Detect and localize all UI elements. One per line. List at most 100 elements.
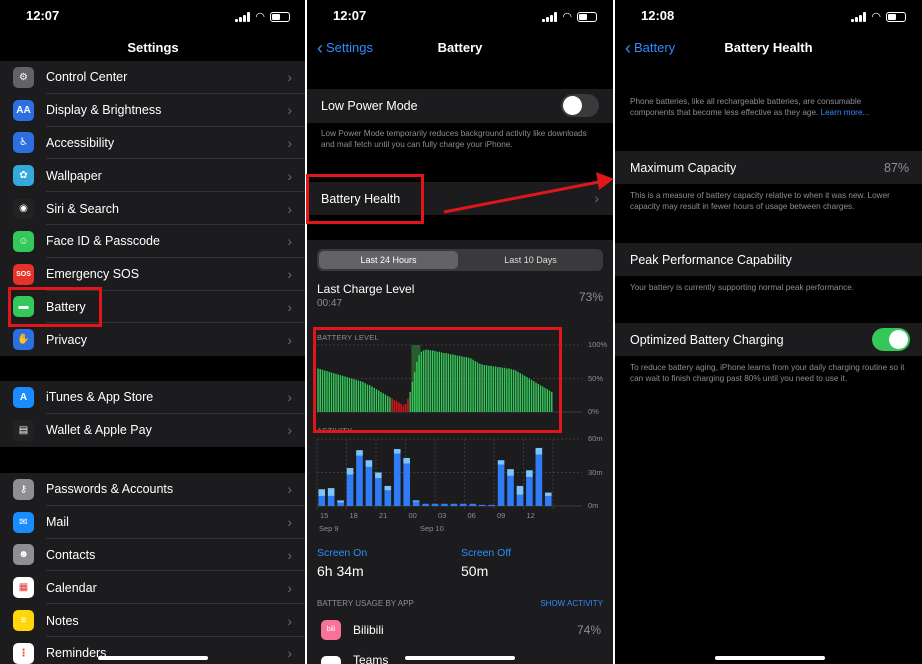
usage-card: Last 24 Hours Last 10 Days Last Charge L… [307, 240, 613, 664]
settings-row-emergency-sos[interactable]: SOS Emergency SOS › [0, 258, 306, 291]
activity-screen-off-bar [337, 500, 344, 503]
mail-icon: ✉ [13, 511, 34, 533]
activity-screen-on-bar [535, 454, 543, 506]
settings-row-passwords-accounts[interactable]: ⚷ Passwords & Accounts › [0, 473, 306, 506]
status-time: 12:07 [26, 8, 60, 23]
activity-screen-on-bar [346, 474, 354, 506]
activity-screen-on-bar [356, 455, 363, 506]
activity-screen-on-bar [365, 466, 373, 506]
teams-icon [321, 656, 341, 664]
activity-screen-on-bar [318, 495, 326, 506]
settings-row-calendar[interactable]: ▦ Calendar › [0, 571, 306, 605]
home-indicator [715, 656, 825, 660]
home-indicator [98, 656, 208, 660]
settings-row-label: Contacts [46, 547, 96, 562]
optimized-charging-row: Optimized Battery Charging [615, 323, 922, 356]
activity-screen-off-bar [375, 472, 382, 479]
activity-screen-off-bar [384, 485, 392, 491]
chevron-right-icon: › [287, 200, 292, 217]
wallet-icon: ▤ [13, 419, 34, 441]
optimized-charging-toggle[interactable] [872, 328, 910, 351]
page-title: Battery [437, 40, 483, 55]
level-tick-50: 50% [588, 374, 604, 383]
privacy-hand-icon: ✋ [13, 329, 34, 351]
settings-row-wallpaper[interactable]: ✿ Wallpaper › [0, 159, 306, 193]
tab-last-24-hours[interactable]: Last 24 Hours [319, 251, 458, 269]
activity-screen-off-bar [497, 460, 505, 465]
x-tick-label: 15 [320, 511, 329, 520]
peak-performance-note: Your battery is currently supporting nor… [630, 283, 855, 292]
status-time: 12:08 [641, 8, 675, 23]
settings-group-2: AiTunes & App Store › ▤ Wallet & Apple Pay › [0, 381, 306, 447]
x-tick-label: 03 [438, 511, 447, 520]
activity-screen-off-bar [356, 450, 363, 456]
screen-on-label: Screen On [317, 547, 368, 559]
settings-row-privacy[interactable]: ✋ Privacy › [0, 323, 306, 356]
activity-screen-off-bar [365, 460, 373, 467]
app-row-bilibili[interactable]: bili Bilibili 74% [307, 614, 613, 646]
settings-row-contacts[interactable]: ☻ Contacts › [0, 539, 306, 572]
highlight-battery-level-chart [313, 327, 562, 433]
activity-screen-on-bar [478, 504, 486, 506]
bilibili-icon: bili [321, 620, 341, 640]
status-bar: 12:07 ◠ [307, 0, 613, 30]
page-title: Settings [127, 40, 179, 55]
activity-screen-off-bar [327, 488, 335, 496]
activity-tick-60: 60m [588, 434, 603, 443]
siri-icon: ◉ [13, 198, 34, 220]
settings-row-notes[interactable]: ≡ Notes › [0, 604, 306, 637]
notes-icon: ≡ [13, 610, 34, 632]
health-navbar: ‹ Battery Battery Health [615, 30, 922, 64]
screen-on-value: 6h 34m [317, 563, 364, 579]
settings-row-display-brightness[interactable]: AA Display & Brightness › [0, 94, 306, 127]
settings-row-itunes-app-store[interactable]: AiTunes & App Store › [0, 381, 306, 414]
app-store-icon: A [13, 386, 34, 408]
settings-row-wallet-apple-pay[interactable]: ▤ Wallet & Apple Pay › [0, 414, 306, 447]
contacts-icon: ☻ [13, 544, 34, 566]
show-activity-link[interactable]: SHOW ACTIVITY [540, 599, 603, 608]
activity-chart [316, 438, 582, 510]
app-name: Bilibili [353, 623, 384, 637]
screen-off-label: Screen Off [461, 547, 511, 559]
activity-screen-on-bar [412, 501, 420, 506]
optimized-charging-note: To reduce battery aging, iPhone learns f… [630, 363, 905, 383]
status-bar: 12:08 ◠ [615, 0, 922, 30]
battery-health-panel: 12:08 ◠ ‹ Battery Battery Health Phone ba… [615, 0, 922, 664]
max-capacity-label: Maximum Capacity [630, 161, 737, 175]
settings-panel: 12:07 ◠ Settings ⚙ Control Center › AA Displ… [0, 0, 306, 664]
learn-more-link[interactable]: Learn more... [821, 108, 870, 117]
settings-row-siri-search[interactable]: ◉ Siri & Search › [0, 192, 306, 225]
low-power-toggle[interactable] [561, 94, 599, 117]
optimized-charging-label: Optimized Battery Charging [630, 333, 784, 347]
app-usage-value: 74% [576, 623, 601, 637]
settings-group-3: ⚷ Passwords & Accounts › ✉ Mail › ☻ Contacts › ▦ C… [0, 473, 306, 664]
activity-screen-on-bar [393, 453, 401, 506]
accessibility-icon: ♿ [13, 132, 34, 154]
chevron-right-icon: › [287, 579, 292, 596]
calendar-icon: ▦ [13, 577, 34, 599]
settings-row-control-center[interactable]: ⚙ Control Center › [0, 61, 306, 94]
activity-screen-on-bar [431, 503, 439, 506]
max-capacity-row: Maximum Capacity 87% [615, 151, 922, 184]
home-indicator [405, 656, 515, 660]
settings-row-accessibility[interactable]: ♿ Accessibility › [0, 127, 306, 160]
max-capacity-note: This is a measure of battery capacity re… [630, 191, 890, 211]
settings-row-mail[interactable]: ✉ Mail › [0, 506, 306, 539]
last-charge-value: 73% [578, 290, 603, 304]
signal-icon [235, 11, 251, 22]
status-time: 12:07 [333, 8, 367, 23]
tab-last-10-days[interactable]: Last 10 Days [460, 251, 601, 269]
activity-screen-on-bar [450, 503, 458, 506]
settings-row-label: Face ID & Passcode [46, 234, 160, 249]
activity-screen-off-bar [544, 492, 552, 496]
chevron-right-icon: › [287, 233, 292, 250]
date-sep-10: Sep 10 [420, 524, 444, 533]
sos-icon: SOS [13, 263, 34, 285]
x-tick-label: 18 [349, 511, 358, 520]
activity-screen-off-bar [535, 447, 543, 455]
signal-icon [542, 11, 558, 22]
low-power-row: Low Power Mode [307, 89, 613, 123]
x-tick-label: 12 [526, 511, 535, 520]
settings-row-face-id-passcode[interactable]: ☺ Face ID & Passcode › [0, 225, 306, 258]
chevron-right-icon: › [287, 612, 292, 629]
